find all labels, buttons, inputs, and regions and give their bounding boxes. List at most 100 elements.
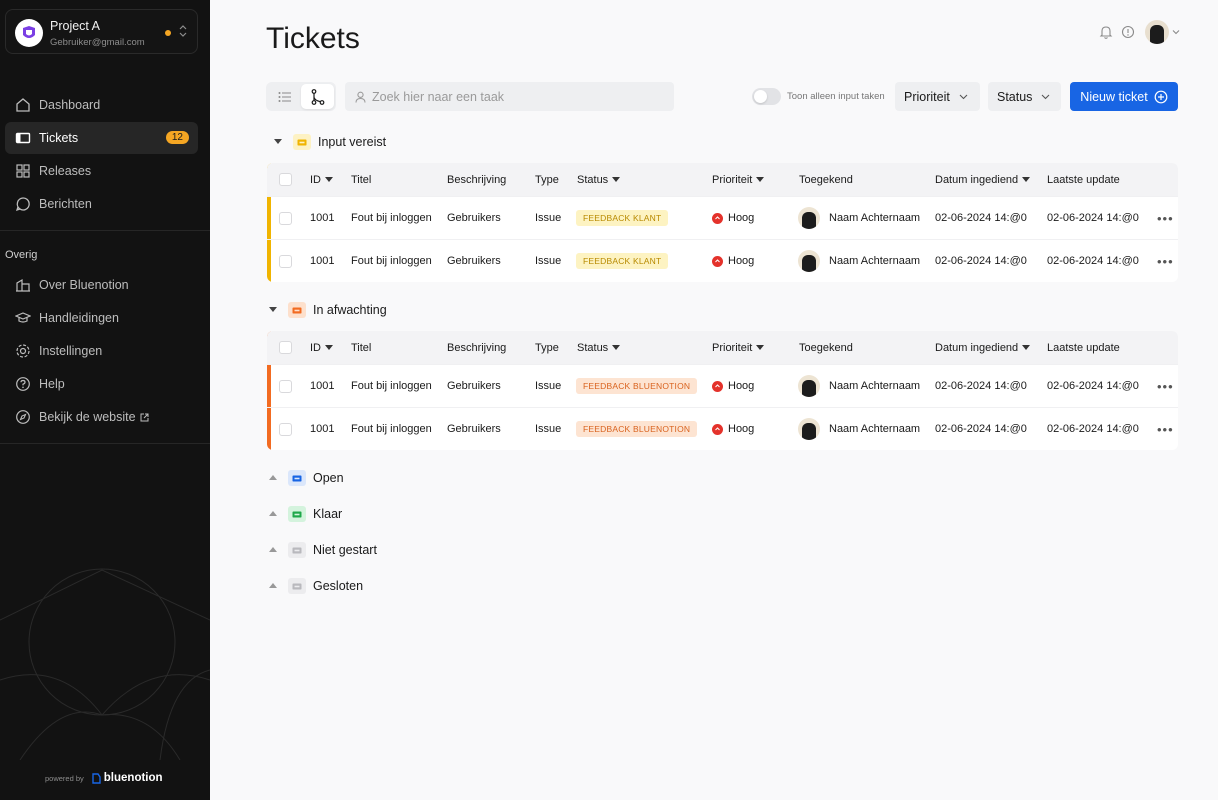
col-prioriteit[interactable]: Prioriteit [712,163,765,196]
nav-label: Handleidingen [39,311,119,325]
project-switcher[interactable]: Project A Gebruiker@gmail.com [5,9,198,54]
nav-bekijk-website[interactable]: Bekijk de website [5,401,198,433]
priority-high-icon [712,212,723,224]
more-options-icon[interactable]: ••• [1157,365,1174,407]
assignee-name: Naam Achternaam [829,423,921,435]
list-view-button[interactable] [268,84,301,109]
more-options-icon[interactable]: ••• [1157,240,1174,282]
more-options-icon[interactable]: ••• [1157,408,1174,450]
new-ticket-button[interactable]: Nieuw ticket [1070,82,1178,111]
caret-down-icon[interactable] [272,139,284,145]
table-row[interactable]: 1001 Fout bij inloggen Gebruikers Issue … [267,364,1178,407]
cell-status: FEEDBACK KLANT [576,197,669,239]
group-in-afwachting[interactable]: In afwachting [267,302,387,318]
table-row[interactable]: 1001 Fout bij inloggen Gebruikers Issue … [267,239,1178,282]
col-toegekend-label: Toegekend [799,173,853,186]
status-filter[interactable]: Status [988,82,1061,111]
col-laatste-update: Laatste update [1047,331,1120,364]
cell-updated: 02-06-2024 14:@0 [1047,255,1139,267]
cell-title: Fout bij inloggen [351,380,432,392]
nav-label: Berichten [39,197,92,211]
cell-type: Issue [535,212,562,224]
group-gesloten[interactable]: Gesloten [267,578,363,594]
cell-priority: Hoog [712,365,754,407]
input-only-toggle[interactable]: Toon alleen input taken [752,88,885,105]
table-row[interactable]: 1001 Fout bij inloggen Gebruikers Issue … [267,196,1178,239]
search-field[interactable] [345,82,674,111]
col-id[interactable]: ID [310,331,333,364]
row-select-cell [279,197,292,239]
nav-label: Over Bluenotion [39,278,129,292]
list-icon [278,91,291,102]
col-status[interactable]: Status [577,163,621,196]
chat-icon [15,197,30,212]
chevron-down-icon[interactable] [1172,29,1180,35]
nav-instellingen[interactable]: Instellingen [5,335,198,367]
col-datum-ingediend[interactable]: Datum ingediend [935,163,1031,196]
row-checkbox[interactable] [279,211,292,225]
nav-label: Tickets [39,131,79,145]
graduation-cap-icon [15,312,31,323]
col-status[interactable]: Status [577,331,621,364]
cell-description: Gebruikers [447,255,501,267]
cell-priority: Hoog [712,240,754,282]
building-icon [16,278,30,292]
nav-label: Bekijk de website [39,410,136,424]
caret-up-icon[interactable] [267,547,279,553]
group-open[interactable]: Open [267,470,344,486]
caret-up-icon[interactable] [267,475,279,481]
caret-up-icon[interactable] [267,511,279,517]
row-checkbox[interactable] [279,379,292,393]
nav-help[interactable]: Help [5,368,198,400]
table-header: ID Titel Beschrijving Type Status Priori… [267,163,1178,196]
assignee-name: Naam Achternaam [829,212,921,224]
cell-type: Issue [535,255,562,267]
decorative-pattern [0,568,210,760]
user-avatar[interactable] [1145,20,1169,44]
toggle-switch[interactable] [752,88,781,105]
group-klaar[interactable]: Klaar [267,506,342,522]
col-prioriteit[interactable]: Prioriteit [712,331,765,364]
col-type-label: Type [535,173,559,186]
bell-icon[interactable] [1099,25,1113,39]
select-all-checkbox[interactable] [279,341,292,354]
group-view-button[interactable] [301,84,334,109]
search-input[interactable] [372,89,652,104]
group-niet-gestart[interactable]: Niet gestart [267,542,377,558]
col-prioriteit-label: Prioriteit [712,341,753,354]
section-label-overig: Overig [5,249,38,261]
col-datum-label: Datum ingediend [935,341,1019,354]
sort-down-icon [756,345,765,350]
nav-handleidingen[interactable]: Handleidingen [5,302,198,334]
info-icon[interactable] [1121,25,1135,39]
select-all-checkbox[interactable] [279,173,292,186]
cell-description: Gebruikers [447,212,501,224]
caret-down-icon[interactable] [267,307,279,313]
toggle-label: Toon alleen input taken [787,91,885,102]
row-checkbox[interactable] [279,254,292,268]
nav-tickets[interactable]: Tickets 12 [5,122,198,154]
tickets-table-in-afwachting: ID Titel Beschrijving Type Status Priori… [267,331,1178,450]
more-options-icon[interactable]: ••• [1157,197,1174,239]
table-row[interactable]: 1001 Fout bij inloggen Gebruikers Issue … [267,407,1178,450]
col-update-label: Laatste update [1047,341,1120,354]
select-all-cell [279,331,292,364]
caret-up-icon[interactable] [267,583,279,589]
row-checkbox[interactable] [279,422,292,436]
ticket-icon [288,506,306,522]
col-id[interactable]: ID [310,163,333,196]
group-input-vereist[interactable]: Input vereist [272,134,386,150]
nav-over-bluenotion[interactable]: Over Bluenotion [5,269,198,301]
nav-dashboard[interactable]: Dashboard [5,89,198,121]
ticket-icon [288,302,306,318]
nav-label: Instellingen [39,344,103,358]
sort-down-icon [325,177,333,182]
col-laatste-update: Laatste update [1047,163,1120,196]
nav-releases[interactable]: Releases [5,155,198,187]
priority-label: Hoog [728,212,755,224]
priority-filter[interactable]: Prioriteit [895,82,980,111]
cell-description: Gebruikers [447,380,501,392]
assignee-avatar [798,207,820,229]
nav-berichten[interactable]: Berichten [5,188,198,220]
col-datum-ingediend[interactable]: Datum ingediend [935,331,1031,364]
